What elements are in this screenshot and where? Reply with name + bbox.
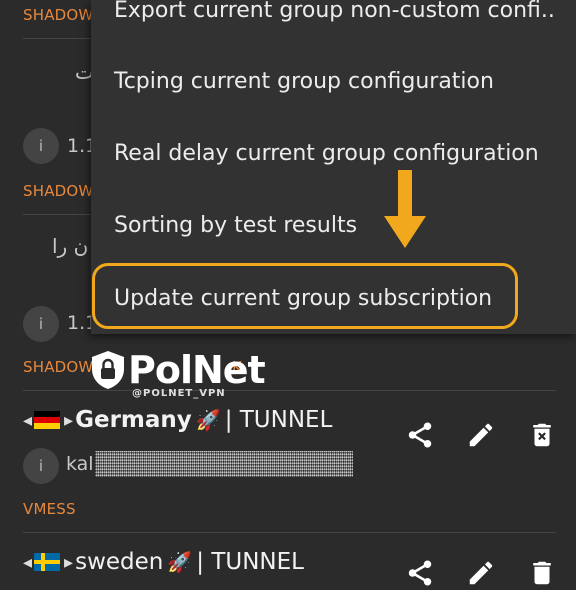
server-type-label: VMESS [23,500,76,518]
info-icon: i [38,137,44,155]
share-button[interactable] [403,418,437,452]
share-icon [408,422,432,448]
logo-text: PolNet [128,348,266,392]
signal-icon: ◂ [23,409,32,431]
menu-item-tcping[interactable]: Tcping current group configuration [114,69,494,94]
down-arrow-icon [384,170,426,248]
server-type-label: SHADOW [23,6,94,24]
pencil-icon [469,561,493,585]
info-icon: i [38,315,44,333]
polnet-logo: PolNet [88,348,266,392]
server-name[interactable]: ◂ ▸ Germany 🚀 | TUNNEL [23,407,332,433]
trash-icon [533,561,551,585]
share-icon [408,560,432,586]
germany-flag-icon [34,411,61,429]
rocket-icon: 🚀 [195,408,221,432]
edit-button[interactable] [464,556,498,590]
delete-button[interactable] [525,556,559,590]
delete-button[interactable] [525,418,559,452]
signal-icon: ◂ [23,551,32,573]
menu-item-sort[interactable]: Sorting by test results [114,213,357,238]
trash-icon [533,423,551,447]
lock-icon [92,351,124,389]
server-address: kal [66,453,94,475]
rocket-icon: 🚀 [167,550,193,574]
info-button[interactable]: i [23,128,59,164]
pencil-icon [469,423,493,447]
menu-item-export[interactable]: Export current group non-custom confi.. [114,0,555,23]
logo-handle: @POLNET_VPN [132,388,226,399]
server-remark: ن را [52,234,89,258]
server-name[interactable]: ◂ ▸ sweden 🚀 | TUNNEL [23,549,304,575]
highlight-box [92,263,518,329]
share-button[interactable] [403,556,437,590]
signal-icon: ▸ [64,409,73,431]
divider [23,532,556,533]
server-name-text: Germany [75,407,192,433]
server-type-label: SHADOW [23,182,94,200]
sweden-flag-icon [34,553,61,571]
server-suffix: | TUNNEL [196,549,304,575]
server-type-label: SHADOW [23,358,94,376]
server-name-text: sweden [75,549,164,575]
server-suffix: | TUNNEL [224,407,333,433]
redacted-address [95,451,353,477]
edit-button[interactable] [464,418,498,452]
info-button[interactable]: i [23,448,59,484]
info-icon: i [38,457,44,475]
info-button[interactable]: i [23,306,59,342]
signal-icon: ▸ [64,551,73,573]
menu-item-real-delay[interactable]: Real delay current group configuration [114,141,539,166]
